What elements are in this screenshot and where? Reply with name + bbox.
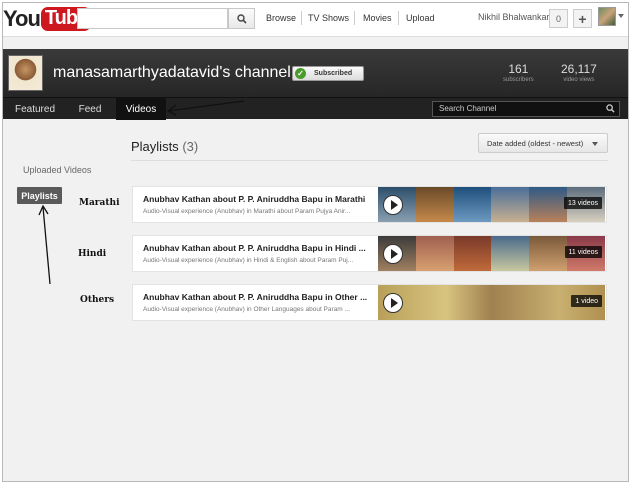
play-icon[interactable] — [383, 195, 403, 215]
playlist-card[interactable]: Anubhav Kathan about P. P. Aniruddha Bap… — [132, 235, 607, 272]
tab-featured[interactable]: Featured — [6, 98, 64, 120]
playlist-description: Audio-Visual experience (Anubhav) in Mar… — [143, 208, 351, 215]
thumbnail — [453, 187, 492, 222]
check-icon: ✓ — [295, 68, 306, 79]
subscriber-count: 161 — [508, 62, 529, 76]
masthead: You Tube Browse TV Shows Movies Upload N… — [3, 3, 628, 37]
channel-search-input[interactable]: Search Channel — [432, 101, 620, 117]
search-icon — [236, 13, 247, 24]
thumbnail — [529, 187, 568, 222]
video-count-badge: 13 videos — [564, 197, 602, 209]
thumbnail — [453, 236, 492, 271]
play-icon[interactable] — [383, 244, 403, 264]
view-count: 26,117 — [561, 62, 597, 76]
search-button[interactable] — [228, 8, 255, 29]
channel-tabs: Featured Feed Videos Search Channel — [3, 97, 628, 120]
search-icon[interactable] — [606, 104, 615, 113]
sort-label: Date added (oldest - newest) — [487, 138, 584, 148]
add-button[interactable]: + — [573, 9, 592, 28]
channel-search-placeholder: Search Channel — [439, 104, 497, 113]
avatar[interactable] — [598, 7, 616, 26]
subscribed-label: Subscribed — [314, 70, 353, 77]
annotation-marathi: Marathi — [79, 198, 120, 208]
playlist-title[interactable]: Anubhav Kathan about P. P. Aniruddha Bap… — [143, 243, 377, 253]
thumbnail — [491, 236, 530, 271]
playlist-title[interactable]: Anubhav Kathan about P. P. Aniruddha Bap… — [143, 292, 377, 302]
user-name[interactable]: Nikhil Bhalwankar — [478, 12, 550, 22]
play-icon[interactable] — [383, 293, 403, 313]
playlist-description: Audio-Visual experience (Anubhav) in Oth… — [143, 306, 350, 313]
nav-divider — [354, 11, 355, 25]
channel-title[interactable]: manasamarthyadatavid's channel — [53, 64, 291, 82]
chevron-down-icon[interactable] — [618, 14, 624, 18]
thumbnail — [415, 187, 454, 222]
video-count-badge: 1 video — [571, 295, 602, 307]
page-title: Playlists (3) — [131, 139, 198, 154]
nav-divider — [398, 11, 399, 25]
nav-divider — [301, 11, 302, 25]
channel-header: manasamarthyadatavid's channel ✓ Subscri… — [3, 49, 628, 97]
search-input[interactable] — [77, 8, 228, 29]
views-label: video views — [563, 77, 595, 83]
playlist-card[interactable]: Anubhav Kathan about P. P. Aniruddha Bap… — [132, 186, 607, 223]
video-count-badge: 11 videos — [564, 246, 602, 258]
sidebar-item-playlists[interactable]: Playlists — [17, 187, 62, 204]
nav-upload[interactable]: Upload — [406, 13, 435, 23]
thumbnail — [415, 236, 454, 271]
playlist-description: Audio-Visual experience (Anubhav) in Hin… — [143, 257, 354, 264]
divider — [131, 160, 608, 161]
annotation-hindi: Hindi — [78, 249, 107, 259]
chevron-down-icon — [592, 142, 598, 146]
nav-tv-shows[interactable]: TV Shows — [308, 13, 349, 23]
playlist-title[interactable]: Anubhav Kathan about P. P. Aniruddha Bap… — [143, 194, 377, 204]
tab-feed[interactable]: Feed — [66, 98, 114, 120]
page-frame: You Tube Browse TV Shows Movies Upload N… — [2, 2, 629, 482]
thumbnail — [491, 187, 530, 222]
subscriber-stat: 161 subscribers — [503, 62, 534, 83]
annotation-others: Others — [80, 295, 115, 305]
channel-avatar[interactable] — [8, 55, 43, 91]
playlist-card[interactable]: Anubhav Kathan about P. P. Aniruddha Bap… — [132, 284, 607, 321]
sort-dropdown[interactable]: Date added (oldest - newest) — [478, 133, 608, 153]
logo-you: You — [3, 6, 41, 31]
subscribed-button[interactable]: ✓ Subscribed — [292, 66, 364, 81]
page-title-text: Playlists — [131, 139, 179, 154]
nav-browse[interactable]: Browse — [266, 13, 296, 23]
tab-videos[interactable]: Videos — [116, 98, 166, 120]
sidebar-item-uploaded-videos[interactable]: Uploaded Videos — [23, 165, 91, 175]
thumbnail — [529, 236, 568, 271]
notification-count[interactable]: 0 — [549, 9, 568, 28]
subscriber-label: subscribers — [503, 77, 534, 83]
views-stat: 26,117 video views — [561, 62, 597, 83]
playlist-count: (3) — [182, 139, 199, 154]
nav-movies[interactable]: Movies — [363, 13, 392, 23]
